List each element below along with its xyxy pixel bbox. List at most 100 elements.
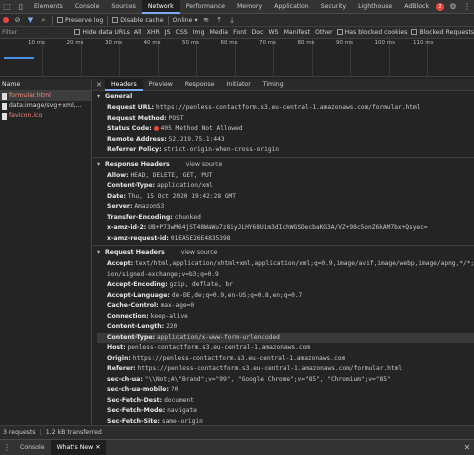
tab-console[interactable]: Console [69, 0, 106, 14]
filter-input[interactable]: Filter [2, 29, 70, 36]
blocked-requests-checkbox[interactable]: Blocked Requests [411, 29, 474, 36]
filter-type-manifest[interactable]: Manifest [284, 29, 310, 36]
header-value[interactable]: de-DE,de;q=0.9,en-US;q=0.8,en;q=0.7 [172, 292, 302, 299]
header-value[interactable]: penless-contactform.s3.eu-central-1.amaz… [128, 344, 311, 351]
inspect-element-icon[interactable]: ⬚ [0, 0, 14, 14]
filter-type-font[interactable]: Font [233, 29, 246, 36]
filter-type-css[interactable]: CSS [176, 29, 188, 36]
header-value[interactable]: UB+P73wM64jST48WaWu7z8iyJLHY68Uim3dIchWG… [148, 224, 427, 231]
clear-icon[interactable]: ⊘ [13, 16, 22, 24]
header-value[interactable]: strict-origin-when-cross-origin [164, 146, 279, 153]
request-headers-section: ▾ Request Headers view source Accept: text… [93, 247, 474, 425]
header-value[interactable]: chunked [175, 214, 201, 221]
header-value[interactable]: ion/signed-exchange;v=b3;q=0.9 [107, 271, 219, 278]
triangle-down-icon: ▾ [97, 160, 101, 168]
request-row[interactable]: formular.html [0, 91, 91, 101]
tab-security[interactable]: Security [315, 0, 352, 14]
detail-tab-timing[interactable]: Timing [257, 79, 290, 91]
header-value[interactable]: 405 Method Not Allowed [161, 125, 243, 132]
close-icon[interactable]: ✕ [93, 444, 100, 451]
filter-type-ws[interactable]: WS [269, 29, 279, 36]
header-row: Request URL: https://penless-contactform… [97, 103, 474, 114]
filter-icon[interactable]: ▼ [26, 16, 35, 24]
wifi-icon[interactable]: ≋ [202, 16, 211, 24]
detail-tab-preview[interactable]: Preview [143, 79, 179, 91]
header-value[interactable]: application/xml [157, 182, 213, 189]
disable-cache-checkbox[interactable]: Disable cache [112, 16, 164, 24]
request-row[interactable]: favicon.ico [0, 111, 91, 121]
header-value[interactable]: AmazonS3 [134, 203, 164, 210]
name-column-header[interactable]: Name [0, 79, 91, 91]
header-value[interactable]: Thu, 15 Oct 2020 19:42:28 GMT [128, 193, 236, 200]
throttling-select[interactable]: Online ▾ [173, 17, 198, 24]
header-value[interactable]: ?0 [171, 386, 178, 393]
close-drawer-icon[interactable]: ✕ [460, 441, 474, 455]
header-key: Allow: [107, 171, 129, 179]
tab-elements[interactable]: Elements [28, 0, 69, 14]
error-count-badge[interactable]: 2 [436, 2, 444, 11]
header-value[interactable]: https://penless-contactform.s3.eu-centra… [138, 365, 403, 372]
tab-lighthouse[interactable]: Lighthouse [352, 0, 398, 14]
tab-adblock[interactable]: AdBlock [398, 0, 435, 14]
filter-type-media[interactable]: Media [210, 29, 229, 36]
header-value[interactable]: application/x-www-form-urlencoded [157, 334, 280, 341]
drawer-tab-console[interactable]: Console [14, 440, 51, 455]
filter-type-doc[interactable]: Doc [252, 29, 264, 36]
header-key: Host: [107, 344, 126, 351]
hide-data-urls-checkbox[interactable]: Hide data URLs [74, 29, 130, 36]
header-value[interactable]: keep-alive [151, 313, 188, 320]
detail-tab-headers[interactable]: Headers [105, 79, 143, 91]
timeline-request-bar [4, 57, 34, 59]
header-value[interactable]: 01EA5E26E4835398 [171, 235, 231, 242]
general-rows: Request URL: https://penless-contactform… [97, 103, 474, 156]
header-value[interactable]: https://penless-contactform.s3.eu-centra… [133, 355, 345, 362]
device-toolbar-icon[interactable]: ▯ [14, 0, 28, 14]
header-value[interactable]: https://penless-contactform.s3.eu-centra… [156, 104, 421, 111]
drawer-tab-what-s-new[interactable]: What's New ✕ [50, 439, 107, 455]
header-row: Referer: https://penless-contactform.s3.… [97, 364, 474, 375]
timeline-tick-label: 80 ms [297, 40, 315, 46]
has-blocked-cookies-checkbox[interactable]: Has blocked cookies [336, 29, 407, 36]
header-value[interactable]: HEAD, DELETE, GET, PUT [130, 172, 212, 179]
header-row: Connection: keep-alive [97, 312, 474, 323]
header-value[interactable]: max-age=0 [161, 302, 195, 309]
header-value[interactable]: 220 [166, 323, 177, 330]
filter-type-js[interactable]: JS [165, 29, 171, 36]
search-icon[interactable]: ⌕ [39, 16, 48, 25]
header-value[interactable]: text/html,application/xhtml+xml,applicat… [135, 260, 474, 267]
tab-performance[interactable]: Performance [180, 0, 231, 14]
filter-type-other[interactable]: Other [315, 29, 333, 36]
preserve-log-checkbox[interactable]: Preserve log [57, 16, 103, 24]
export-har-icon[interactable]: ⤓ [228, 16, 237, 25]
header-value[interactable]: document [164, 397, 194, 404]
request-row[interactable]: data:image/svg+xml,... [0, 101, 91, 111]
detail-tab-initiator[interactable]: Initiator [221, 79, 257, 91]
tab-network[interactable]: Network [141, 0, 180, 14]
general-header[interactable]: ▾ General [97, 91, 474, 103]
settings-gear-icon[interactable]: ⚙ [446, 0, 460, 14]
more-options-icon[interactable]: ⋮ [460, 0, 474, 14]
detail-tab-response[interactable]: Response [179, 79, 221, 91]
tab-sources[interactable]: Sources [105, 0, 141, 14]
tab-application[interactable]: Application [268, 0, 315, 14]
header-value[interactable]: "\\Not;A\"Brand";v="99", "Google Chrome"… [145, 376, 391, 383]
header-value[interactable]: 52.219.75.1:443 [169, 136, 225, 143]
close-icon[interactable]: ✕ [93, 81, 105, 89]
record-icon[interactable] [3, 17, 9, 23]
network-toolbar: ⊘ ▼ ⌕ Preserve log Disable cache Online … [0, 14, 474, 27]
header-value[interactable]: same-origin [162, 418, 203, 425]
timeline-overview[interactable]: 10 ms 20 ms 30 ms 40 ms 50 ms 60 ms 70 ms 80 ms… [0, 39, 474, 77]
header-value[interactable]: gzip, deflate, br [170, 281, 233, 288]
header-value[interactable]: POST [169, 115, 184, 122]
tab-memory[interactable]: Memory [231, 0, 268, 14]
view-source-link[interactable]: view source [181, 249, 218, 256]
header-value[interactable]: navigate [167, 407, 197, 414]
view-source-link[interactable]: view source [186, 161, 223, 168]
filter-type-all[interactable]: All [134, 29, 142, 36]
import-har-icon[interactable]: ⤒ [215, 16, 224, 25]
drawer-menu-icon[interactable]: ⋮ [0, 441, 14, 455]
response-headers-header[interactable]: ▾ Response Headers view source [97, 159, 474, 171]
filter-type-xhr[interactable]: XHR [147, 29, 160, 36]
request-headers-header[interactable]: ▾ Request Headers view source [97, 247, 474, 259]
filter-type-img[interactable]: Img [193, 29, 205, 36]
